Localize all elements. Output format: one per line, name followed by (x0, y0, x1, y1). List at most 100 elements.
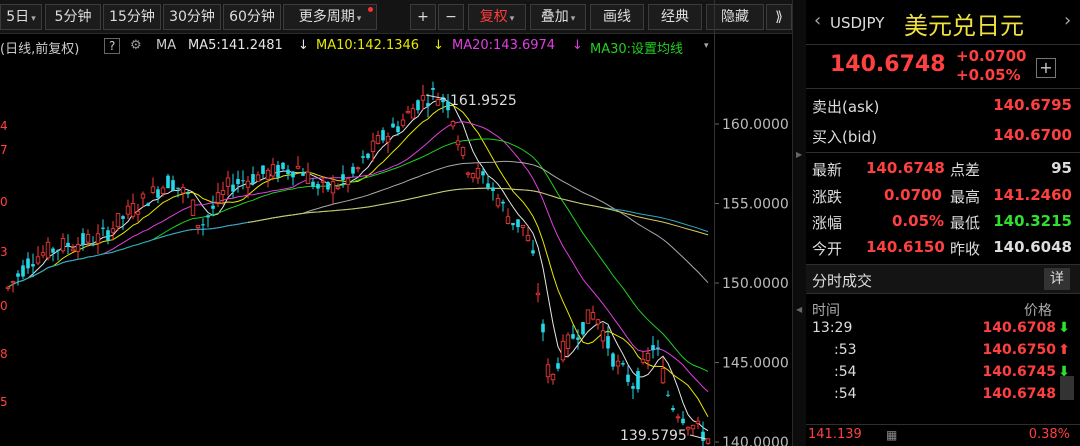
period-5min-button[interactable]: 5分钟 (45, 4, 101, 30)
tick-price: 140.6745 (982, 364, 1056, 380)
candle-body (705, 438, 711, 444)
candle-body (556, 363, 560, 369)
left-axis-fragment: 7 (0, 143, 8, 157)
expand-icon[interactable]: ⟫ (766, 4, 792, 30)
candle-body (320, 180, 326, 183)
zoom-out-button[interactable]: − (438, 4, 464, 30)
candle-body (560, 340, 566, 361)
arrow-down-icon: ⬇ (1058, 320, 1070, 336)
candle-body (410, 108, 416, 119)
candle-body (326, 182, 330, 190)
low-annotation: 139.5795 (620, 428, 687, 444)
candle-body (640, 358, 646, 363)
y-tick-label: 150.0000 (722, 276, 789, 292)
add-watchlist-button[interactable]: + (1036, 58, 1056, 78)
period-day-button[interactable]: 5日 ▾ (0, 4, 42, 30)
ask-label: 卖出(ask) (812, 98, 880, 116)
help-button[interactable]: ? (104, 38, 121, 54)
candle-body (366, 153, 370, 159)
candle-body (130, 203, 136, 217)
candle-body (690, 424, 696, 430)
candle-body (660, 368, 666, 384)
tick-price: 140.6708 (982, 320, 1056, 336)
period-30min-button[interactable]: 30分钟 (163, 4, 221, 30)
ma5-line (7, 98, 709, 432)
candle-body (5, 286, 11, 289)
candle-body (16, 273, 20, 277)
candle-body (381, 130, 385, 141)
candle-body (81, 233, 85, 246)
chg-value: 0.0700 (884, 186, 942, 204)
candle-body (311, 181, 315, 187)
indicator-prefix: (日线,前复权) (0, 42, 80, 57)
candle-body (460, 147, 466, 156)
candle-body (481, 171, 485, 176)
ma30-setting[interactable]: MA30:设置均线 (590, 38, 683, 57)
amp-value: 0.05% (892, 212, 945, 230)
last-price: 140.6748 (830, 52, 946, 77)
arrow-down-icon: ↓ (433, 38, 444, 53)
period-60min-button[interactable]: 60分钟 (223, 4, 281, 30)
candle-body (600, 330, 606, 342)
candle-body (66, 242, 70, 247)
ticks-scrollbar[interactable] (1060, 376, 1074, 400)
spread-value: 95 (1051, 159, 1072, 177)
y-tick-label: 145.0000 (722, 356, 789, 372)
quote-panel: ‹ USDJPY 美元兑日元 › 140.6748 +0.0700 +0.05%… (806, 0, 1080, 446)
bid-label: 买入(bid) (812, 128, 877, 146)
zoom-in-button[interactable]: + (410, 4, 436, 30)
tick-price: 140.6748 (982, 386, 1056, 402)
candle-body (316, 183, 320, 189)
chevron-down-icon[interactable]: ▾ (704, 41, 709, 51)
candle-body (255, 174, 261, 182)
candle-body (701, 431, 705, 441)
candle-body (261, 165, 265, 175)
candle-body (180, 187, 186, 194)
candle-body (505, 216, 511, 224)
candle-body (241, 180, 245, 182)
back-arrow-icon[interactable]: ‹ (814, 10, 821, 31)
candle-body (455, 140, 461, 146)
candlestick-chart[interactable]: 160.0000 155.0000 150.0000 145.0000 140.0000… (0, 58, 800, 446)
period-15min-button[interactable]: 15分钟 (103, 4, 161, 30)
more-periods-button[interactable]: 更多周期 ▾ (283, 4, 377, 30)
candle-body (121, 216, 125, 219)
candle-body (520, 224, 526, 228)
ticks-detail-button[interactable]: 详 (1044, 268, 1070, 290)
latest-value: 140.6748 (866, 159, 945, 177)
overlay-button[interactable]: 叠加 ▾ (530, 4, 586, 30)
candle-body (585, 309, 591, 324)
candle-body (590, 312, 596, 320)
candle-body (486, 183, 490, 188)
candle-body (301, 172, 305, 176)
classic-button[interactable]: 经典 (648, 4, 702, 30)
high-annotation: 161.9525 (450, 93, 517, 109)
expand-arrow-icon[interactable]: ◀ (796, 305, 802, 314)
draw-line-button[interactable]: 画线 (590, 4, 644, 30)
candle-body (201, 224, 205, 226)
amp-label: 涨幅 (812, 214, 843, 232)
candle-body (426, 103, 430, 107)
settings-gear-icon[interactable]: ⚙ (130, 38, 142, 53)
forward-arrow-icon[interactable]: › (1064, 10, 1071, 31)
candle-body (475, 168, 481, 179)
candle-body (681, 418, 685, 424)
candle-body (286, 169, 290, 175)
chevron-down-icon: ▾ (356, 14, 362, 24)
candle-body (60, 238, 66, 252)
panel-scroll-strip[interactable]: ▶ ◀ (792, 0, 806, 446)
candle-body (525, 235, 531, 242)
candle-body (110, 228, 116, 233)
y-tick-label: 140.0000 (722, 435, 789, 446)
ask-value: 140.6795 (993, 96, 1072, 114)
chevron-down-icon: ▾ (570, 14, 576, 24)
grid-icon[interactable]: ▦ (886, 428, 897, 442)
candle-body (21, 265, 25, 277)
candle-body (10, 281, 16, 284)
candle-body (160, 187, 166, 194)
low-value: 140.3215 (993, 212, 1072, 230)
restore-rights-button[interactable]: 复权 ▾ (468, 4, 526, 30)
candle-body (375, 135, 381, 144)
candle-body (405, 110, 411, 114)
collapse-arrow-icon[interactable]: ▶ (796, 150, 802, 159)
